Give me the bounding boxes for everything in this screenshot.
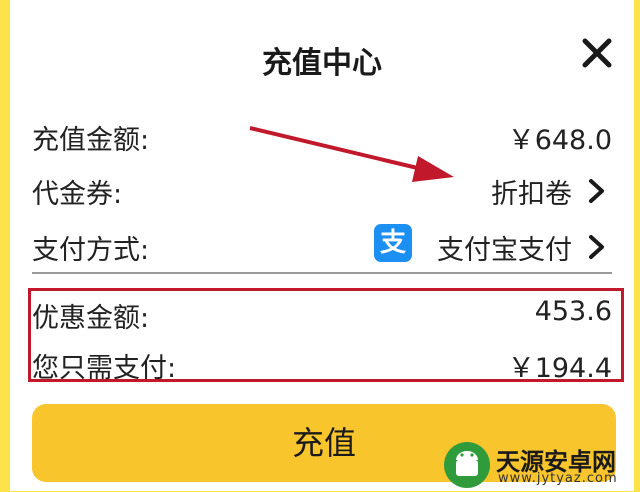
total-value: ￥194.4 [507, 353, 612, 384]
discount-value: 453.6 [534, 296, 612, 327]
chevron-right-icon[interactable] [586, 234, 608, 260]
close-icon[interactable] [580, 36, 614, 70]
payment-method-row[interactable]: 支付方式: 支 支付宝支付 [32, 224, 612, 268]
total-row: 您只需支付: ￥194.4 [32, 342, 612, 386]
total-label: 您只需支付: [32, 353, 177, 384]
recharge-dialog: 充值中心 充值金额: ￥648.0 代金券: 折扣卷 支付方式: 支 支付宝支付 [10, 0, 634, 491]
chevron-right-icon[interactable] [586, 178, 608, 204]
discount-label: 优惠金额: [32, 303, 150, 334]
alipay-icon: 支 [374, 224, 412, 262]
annotation-arrow-icon [249, 126, 454, 182]
android-logo-icon [444, 442, 490, 488]
watermark-url: www.jytyaz.com [498, 471, 618, 486]
recharge-amount-value: ￥648.0 [507, 125, 612, 156]
payment-method-value: 支付宝支付 [437, 235, 572, 266]
dialog-title: 充值中心 [262, 46, 382, 81]
recharge-amount-label: 充值金额: [32, 125, 150, 156]
discount-row: 优惠金额: 453.6 [32, 292, 612, 336]
coupon-value: 折扣卷 [491, 179, 572, 210]
coupon-label: 代金券: [32, 179, 123, 210]
payment-method-label: 支付方式: [32, 235, 150, 266]
watermark: 天源安卓网 www.jytyaz.com [444, 440, 640, 491]
divider [32, 272, 612, 274]
